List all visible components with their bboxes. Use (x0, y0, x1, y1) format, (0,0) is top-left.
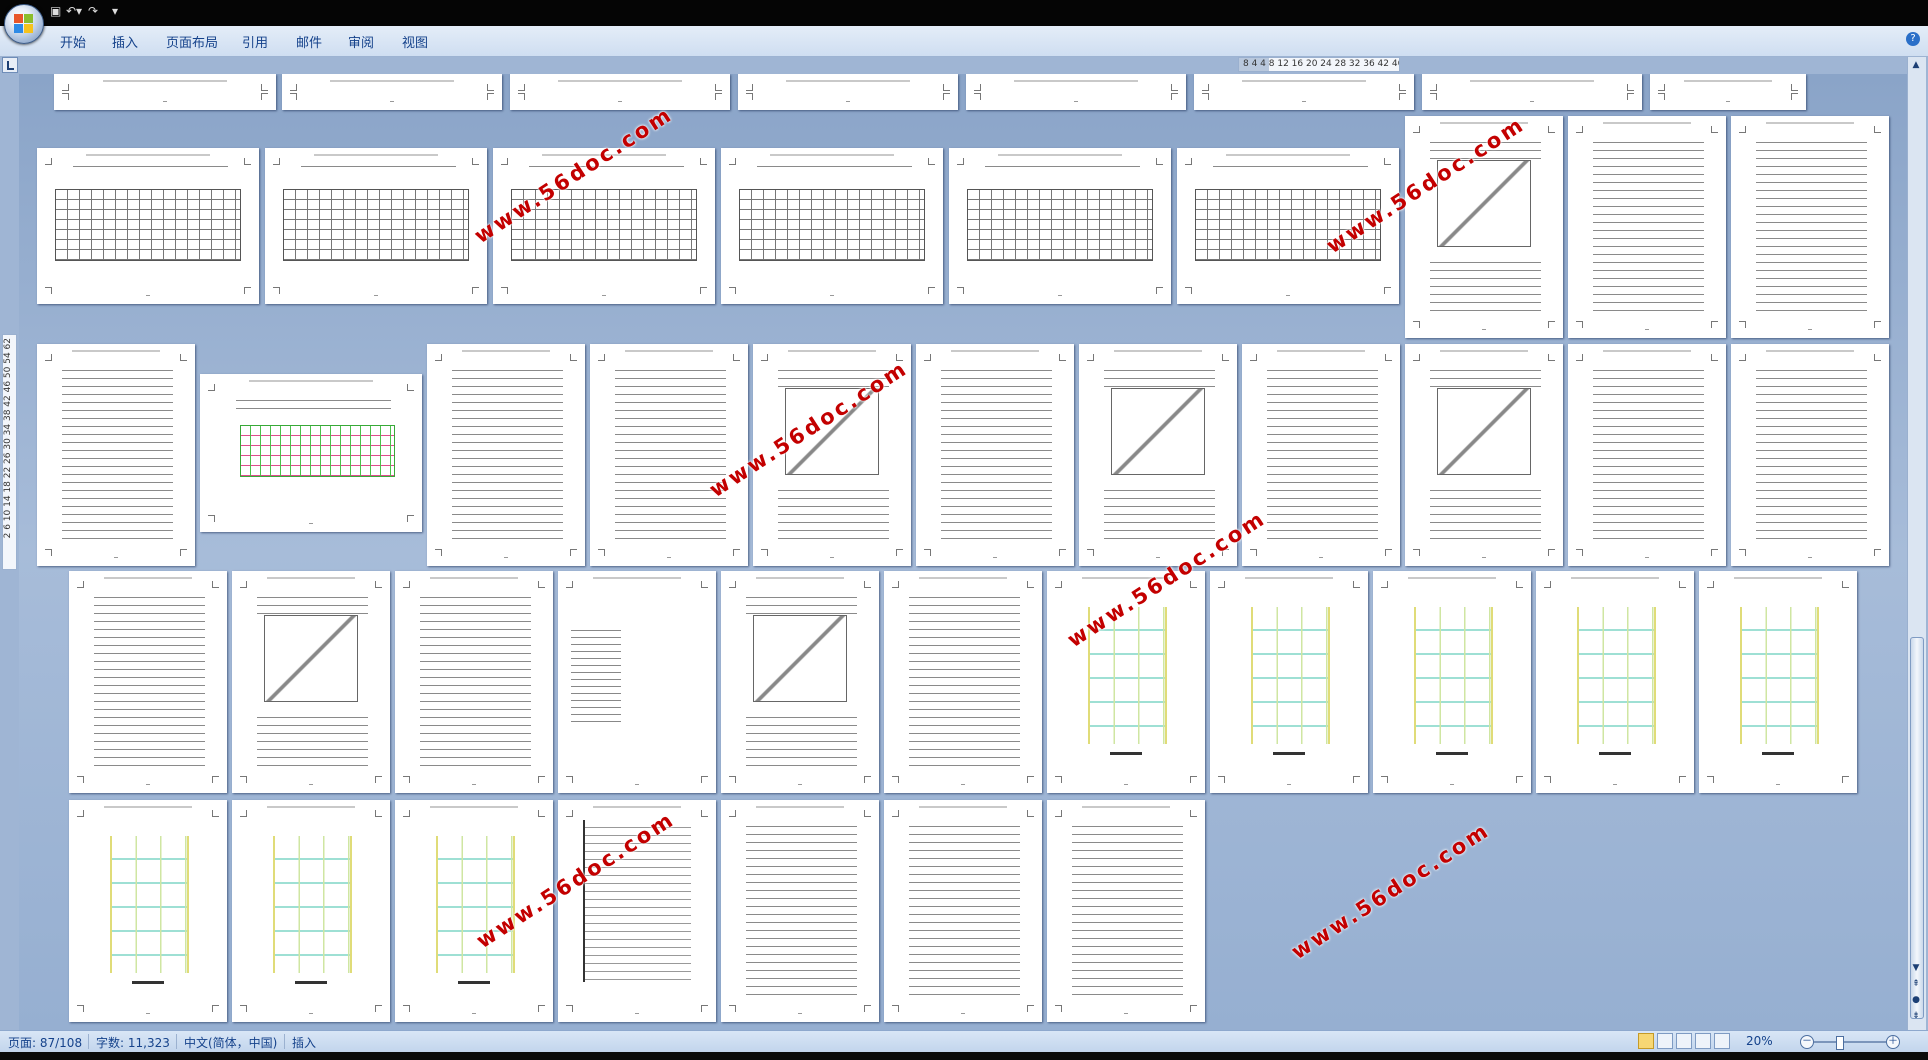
page-thumbnail[interactable] (510, 74, 730, 110)
status-bar: 页面: 87/108 字数: 11,323 中文(简体，中国) 插入 20% －… (0, 1030, 1928, 1053)
page-thumbnail[interactable] (884, 800, 1042, 1022)
watermark-text: www.56doc.com (1287, 817, 1495, 965)
zoom-in-icon[interactable]: ＋ (1886, 1035, 1900, 1049)
page-thumbnail[interactable] (1568, 344, 1726, 566)
page-thumbnail[interactable] (265, 148, 487, 304)
page-thumbnail[interactable] (282, 74, 502, 110)
outline-icon[interactable] (1695, 1033, 1711, 1049)
zoom-level[interactable]: 20% (1746, 1034, 1773, 1048)
tab-review[interactable]: 审阅 (348, 32, 374, 51)
page-thumbnail[interactable] (200, 374, 422, 532)
draft-icon[interactable] (1714, 1033, 1730, 1049)
page-thumbnail[interactable] (1047, 800, 1205, 1022)
document-canvas[interactable]: www.56doc.com www.56doc.com www.56doc.com w… (19, 74, 1907, 1030)
zoom-out-icon[interactable]: － (1800, 1035, 1814, 1049)
page-thumbnail[interactable] (558, 571, 716, 793)
full-screen-reading-icon[interactable] (1657, 1033, 1673, 1049)
select-browse-object-icon[interactable]: ● (1911, 995, 1921, 1005)
tab-home[interactable]: 开始 (60, 32, 86, 51)
zoom-slider-knob[interactable] (1836, 1036, 1844, 1050)
tab-references[interactable]: 引用 (242, 32, 268, 51)
page-thumbnail[interactable] (966, 74, 1186, 110)
horizontal-ruler[interactable]: 8 4 4 8 12 16 20 24 28 32 36 42 46 (1238, 57, 1400, 72)
save-icon[interactable]: ▣ (50, 4, 61, 22)
title-bar: ▣ ↶▾ ↷ ▾ (0, 0, 1928, 26)
language-indicator[interactable]: 中文(简体，中国) (184, 1034, 277, 1051)
page-thumbnail[interactable] (232, 800, 390, 1022)
page-thumbnail[interactable] (493, 148, 715, 304)
view-buttons (1638, 1033, 1733, 1052)
page-thumbnail[interactable] (1568, 116, 1726, 338)
tab-mailings[interactable]: 邮件 (296, 32, 322, 51)
page-thumbnail[interactable] (1194, 74, 1414, 110)
page-thumbnail[interactable] (1210, 571, 1368, 793)
page-thumbnail[interactable] (949, 148, 1171, 304)
web-layout-icon[interactable] (1676, 1033, 1692, 1049)
vertical-ruler[interactable]: 2 6 10 14 18 22 26 30 34 38 42 46 50 54 … (2, 334, 17, 570)
scroll-up-icon[interactable]: ▲ (1911, 60, 1921, 70)
next-page-icon[interactable]: ⇟ (1911, 1011, 1921, 1021)
page-thumbnail[interactable] (590, 344, 748, 566)
previous-page-icon[interactable]: ⇞ (1911, 979, 1921, 989)
page-thumbnail[interactable] (1079, 344, 1237, 566)
page-thumbnail[interactable] (37, 344, 195, 566)
page-thumbnail[interactable] (721, 148, 943, 304)
page-thumbnail[interactable] (69, 800, 227, 1022)
page-count[interactable]: 页面: 87/108 (8, 1034, 82, 1051)
insert-mode[interactable]: 插入 (292, 1034, 316, 1051)
office-button[interactable] (4, 4, 44, 44)
page-thumbnail[interactable] (1242, 344, 1400, 566)
horizontal-ruler-text: 8 4 4 8 12 16 20 24 28 32 36 42 46 (1243, 59, 1400, 69)
ribbon-tab-bar: 开始 插入 页面布局 引用 邮件 审阅 视图 ? (0, 26, 1928, 57)
page-thumbnail[interactable] (721, 571, 879, 793)
undo-icon[interactable]: ↶▾ (66, 4, 82, 22)
scrollbar-thumb[interactable] (1910, 637, 1924, 1019)
page-thumbnail[interactable] (738, 74, 958, 110)
page-thumbnail[interactable] (37, 148, 259, 304)
tab-view[interactable]: 视图 (402, 32, 428, 51)
page-thumbnail[interactable] (69, 571, 227, 793)
customize-icon[interactable]: ▾ (112, 4, 118, 22)
scroll-down-icon[interactable]: ▼ (1911, 963, 1921, 973)
page-thumbnail[interactable] (1650, 74, 1806, 110)
page-thumbnail[interactable] (232, 571, 390, 793)
zoom-slider[interactable]: － ＋ (1800, 1035, 1900, 1050)
page-thumbnail[interactable] (1699, 571, 1857, 793)
page-thumbnail[interactable] (884, 571, 1042, 793)
page-thumbnail[interactable] (1373, 571, 1531, 793)
page-thumbnail[interactable] (427, 344, 585, 566)
word-count[interactable]: 字数: 11,323 (96, 1034, 170, 1051)
print-layout-icon[interactable] (1638, 1033, 1654, 1049)
page-thumbnail[interactable] (916, 344, 1074, 566)
page-thumbnail[interactable] (1405, 344, 1563, 566)
page-thumbnail[interactable] (1731, 344, 1889, 566)
page-thumbnail[interactable] (721, 800, 879, 1022)
page-thumbnail[interactable] (1536, 571, 1694, 793)
vertical-scrollbar[interactable]: ▲ ▼ ⇞ ● ⇟ (1907, 57, 1926, 1030)
help-icon[interactable]: ? (1906, 32, 1920, 46)
page-thumbnail[interactable] (1422, 74, 1642, 110)
taskbar-strip (0, 1052, 1928, 1060)
page-thumbnail[interactable] (1731, 116, 1889, 338)
page-thumbnail[interactable] (395, 571, 553, 793)
office-logo-icon (14, 14, 34, 34)
vertical-ruler-text: 2 6 10 14 18 22 26 30 34 38 42 46 50 54 … (3, 338, 13, 539)
tab-selector-icon[interactable] (2, 57, 18, 73)
tab-insert[interactable]: 插入 (112, 32, 138, 51)
redo-icon[interactable]: ↷ (88, 4, 98, 22)
tab-page-layout[interactable]: 页面布局 (166, 32, 218, 51)
page-thumbnail[interactable] (54, 74, 276, 110)
